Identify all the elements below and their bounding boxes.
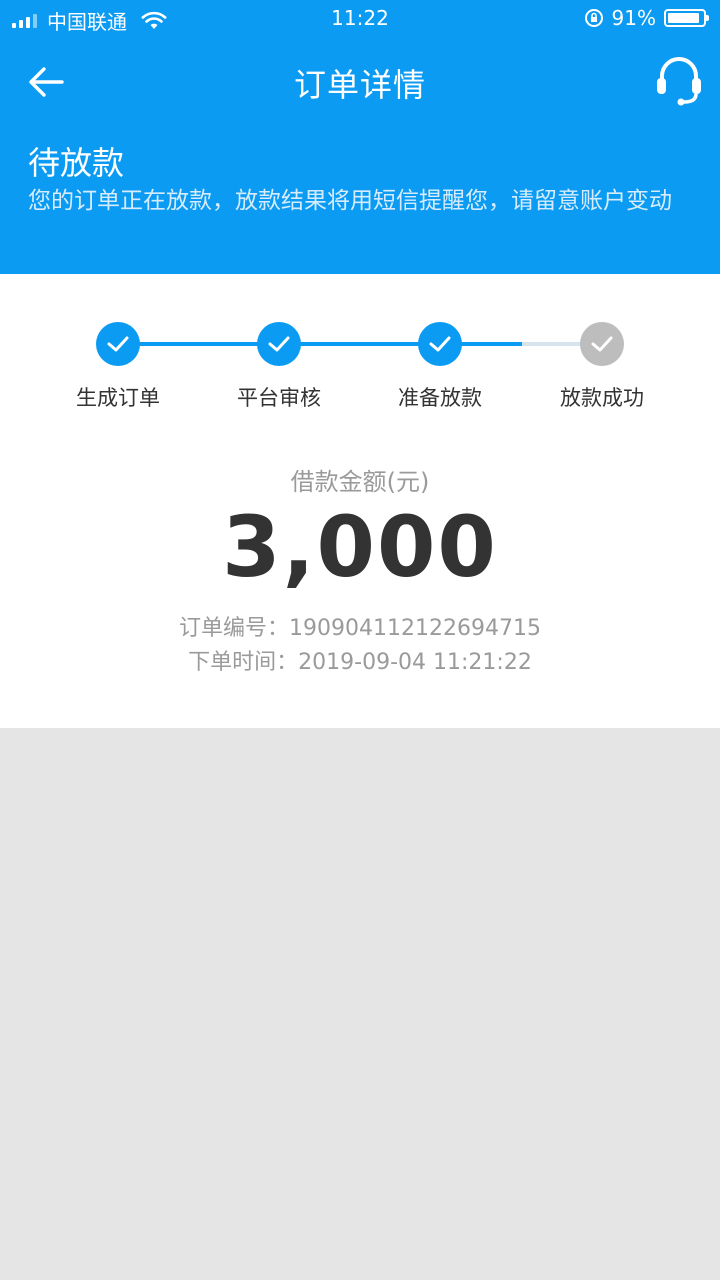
headset-icon bbox=[657, 57, 701, 106]
rotation-lock-icon bbox=[584, 9, 603, 27]
customer-service-button[interactable] bbox=[654, 54, 704, 110]
check-icon bbox=[429, 336, 451, 352]
step-node-4 bbox=[580, 322, 624, 366]
battery-icon bbox=[664, 9, 709, 27]
order-time-value: 2019-09-04 11:21:22 bbox=[298, 650, 532, 675]
page-title: 订单详情 bbox=[293, 66, 426, 104]
step-label-3: 准备放款 bbox=[398, 386, 482, 410]
order-card: 生成订单 平台审核 准备放款 放款成功 借款金额(元) 3,000 订单编号：1… bbox=[0, 274, 720, 728]
battery-percent: 91% bbox=[611, 6, 656, 30]
order-time-row: 下单时间：2019-09-04 11:21:22 bbox=[0, 644, 720, 676]
order-status-description: 您的订单正在放款，放款结果将用短信提醒您，请留意账户变动 bbox=[28, 188, 672, 214]
order-status-title: 待放款 bbox=[28, 144, 125, 182]
loan-amount-value: 3,000 bbox=[222, 498, 498, 596]
header-area: 中国联通 11:22 91% 订单详情 待放款 您的订单正在放款，放款结果将用短… bbox=[0, 0, 720, 274]
step-label-1: 生成订单 bbox=[76, 386, 160, 410]
step-node-1 bbox=[96, 322, 140, 366]
status-right: 91% bbox=[584, 6, 709, 30]
status-bar: 中国联通 11:22 91% bbox=[0, 0, 720, 38]
order-time-label: 下单时间： bbox=[188, 650, 299, 675]
loan-amount-label: 借款金额(元) bbox=[290, 468, 430, 496]
order-number-row: 订单编号：190904112122694715 bbox=[0, 610, 720, 642]
step-label-4: 放款成功 bbox=[560, 386, 644, 410]
check-icon bbox=[107, 336, 129, 352]
check-icon bbox=[591, 336, 613, 352]
order-number-label: 订单编号： bbox=[179, 616, 290, 641]
step-node-2 bbox=[257, 322, 301, 366]
order-number-value: 190904112122694715 bbox=[289, 616, 541, 641]
progress-track-2 bbox=[279, 342, 439, 346]
nav-bar: 订单详情 bbox=[0, 38, 720, 126]
check-icon bbox=[268, 336, 290, 352]
step-label-2: 平台审核 bbox=[237, 386, 321, 410]
step-node-3 bbox=[418, 322, 462, 366]
progress-track-1 bbox=[118, 342, 278, 346]
